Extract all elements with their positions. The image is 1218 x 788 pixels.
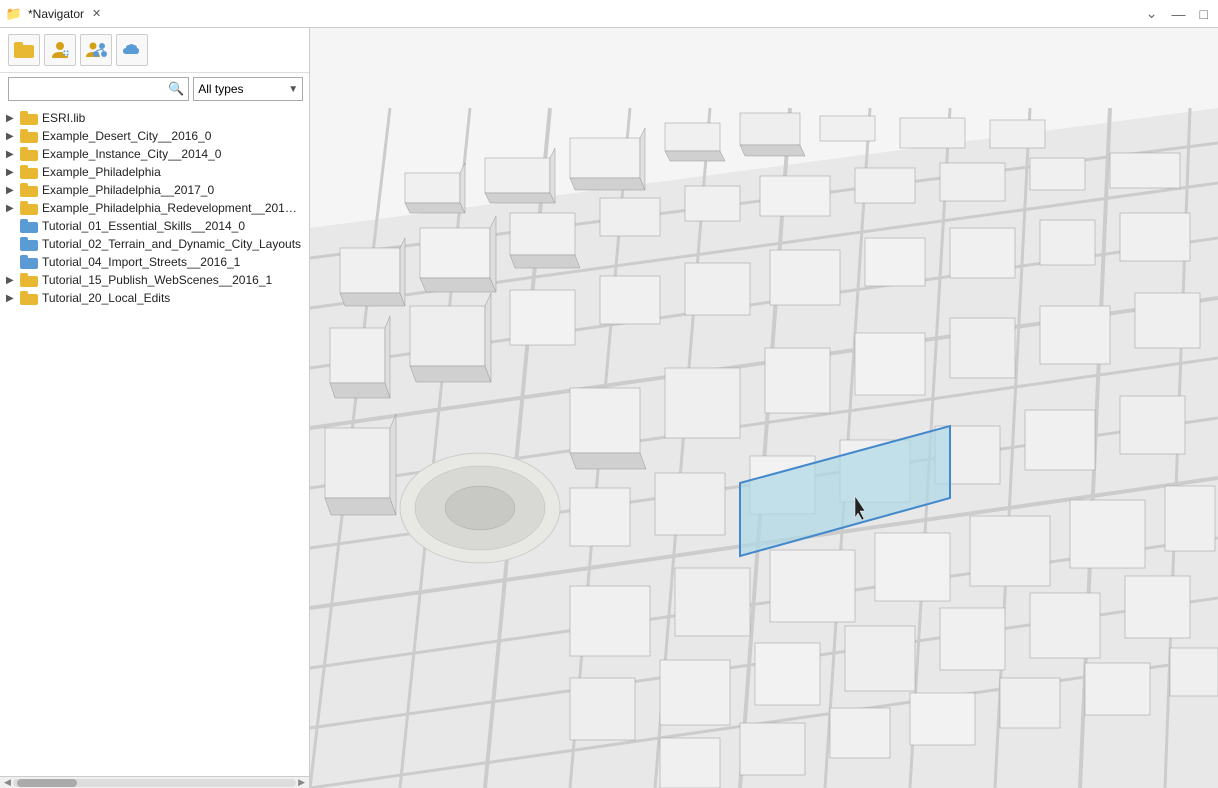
folder-icon — [20, 165, 38, 179]
tree-label: Tutorial_01_Essential_Skills__2014_0 — [42, 219, 245, 233]
folder-icon — [20, 147, 38, 161]
tree-item-tutorial-15[interactable]: ▶ Tutorial_15_Publish_WebScenes__2016_1 — [0, 271, 309, 289]
open-folder-button[interactable] — [8, 34, 40, 66]
expand-icon[interactable]: ▶ — [6, 149, 20, 160]
folder-icon — [20, 183, 38, 197]
tree-item-instance-city[interactable]: ▶ Example_Instance_City__2014_0 — [0, 145, 309, 163]
expand-icon[interactable]: ▶ — [6, 131, 20, 142]
scroll-right-icon[interactable]: ▶ — [298, 777, 305, 788]
blue-folder-icon — [20, 255, 38, 269]
tree-item-tutorial-20[interactable]: ▶ Tutorial_20_Local_Edits — [0, 289, 309, 307]
tree-item-tutorial-02[interactable]: Tutorial_02_Terrain_and_Dynamic_City_Lay… — [0, 235, 309, 253]
blue-folder-icon — [20, 219, 38, 233]
folder-icon — [20, 129, 38, 143]
tree-label: Tutorial_04_Import_Streets__2016_1 — [42, 255, 240, 269]
title-bar: 📁 *Navigator ✕ ⌄ — □ — [0, 0, 1218, 28]
expand-icon[interactable]: ▶ — [6, 293, 20, 304]
tree-item-philadelphia[interactable]: ▶ Example_Philadelphia — [0, 163, 309, 181]
restore-icon[interactable]: — — [1168, 6, 1190, 22]
person-icon — [49, 39, 71, 61]
expand-icon[interactable]: ▶ — [6, 275, 20, 286]
main-layout: 🔍 All types ▼ ▶ ESRI.lib ▶ Example_Deser… — [0, 28, 1218, 788]
tree-label: Example_Instance_City__2014_0 — [42, 147, 221, 161]
scrollbar-track[interactable] — [13, 779, 296, 787]
chevron-down-icon: ▼ — [288, 84, 298, 95]
add-network-button[interactable] — [80, 34, 112, 66]
close-button[interactable]: ✕ — [90, 7, 103, 20]
tree-label: Example_Philadelphia — [42, 165, 161, 179]
type-filter-label: All types — [198, 82, 284, 96]
file-tree[interactable]: ▶ ESRI.lib ▶ Example_Desert_City__2016_0… — [0, 105, 309, 776]
folder-icon — [20, 111, 38, 125]
search-wrapper[interactable]: 🔍 — [8, 77, 189, 101]
tree-label: Example_Philadelphia__2017_0 — [42, 183, 214, 197]
toolbar — [0, 28, 309, 73]
tree-item-tutorial-01[interactable]: Tutorial_01_Essential_Skills__2014_0 — [0, 217, 309, 235]
tree-label: ESRI.lib — [42, 111, 85, 125]
city-map-3d — [310, 28, 1218, 788]
map-panel[interactable] — [310, 28, 1218, 788]
tree-item-tutorial-04[interactable]: Tutorial_04_Import_Streets__2016_1 — [0, 253, 309, 271]
tree-label: Example_Philadelphia_Redevelopment__2016… — [42, 201, 303, 215]
expand-icon[interactable]: ▶ — [6, 167, 20, 178]
folder-icon — [14, 42, 34, 58]
window-controls: ⌄ — □ — [1142, 5, 1212, 22]
folder-icon — [20, 273, 38, 287]
window-icon: 📁 — [6, 6, 22, 22]
expand-icon[interactable]: ▶ — [6, 203, 20, 214]
minimize-icon[interactable]: ⌄ — [1142, 5, 1162, 22]
person-network-icon — [85, 39, 107, 61]
maximize-icon[interactable]: □ — [1196, 6, 1212, 22]
blue-folder-icon — [20, 237, 38, 251]
tree-label: Example_Desert_City__2016_0 — [42, 129, 211, 143]
search-bar: 🔍 All types ▼ — [0, 73, 309, 105]
tree-item-phila-redevelopment[interactable]: ▶ Example_Philadelphia_Redevelopment__20… — [0, 199, 309, 217]
search-input[interactable] — [13, 82, 168, 96]
left-panel: 🔍 All types ▼ ▶ ESRI.lib ▶ Example_Deser… — [0, 28, 310, 788]
type-filter-dropdown[interactable]: All types ▼ — [193, 77, 303, 101]
window-title: *Navigator — [28, 7, 84, 21]
scroll-left-icon[interactable]: ◀ — [4, 777, 11, 788]
tree-label: Tutorial_20_Local_Edits — [42, 291, 170, 305]
expand-icon[interactable]: ▶ — [6, 185, 20, 196]
folder-icon — [20, 291, 38, 305]
tree-item-esri-lib[interactable]: ▶ ESRI.lib — [0, 109, 309, 127]
scrollbar-thumb[interactable] — [17, 779, 77, 787]
add-cloud-button[interactable] — [116, 34, 148, 66]
tree-item-desert-city[interactable]: ▶ Example_Desert_City__2016_0 — [0, 127, 309, 145]
expand-icon[interactable]: ▶ — [6, 113, 20, 124]
folder-icon — [20, 201, 38, 215]
tree-label: Tutorial_15_Publish_WebScenes__2016_1 — [42, 273, 272, 287]
cloud-icon — [121, 39, 143, 61]
add-connection-button[interactable] — [44, 34, 76, 66]
panel-horizontal-scrollbar[interactable]: ◀ ▶ — [0, 776, 309, 788]
tree-item-philadelphia-2017[interactable]: ▶ Example_Philadelphia__2017_0 — [0, 181, 309, 199]
search-icon: 🔍 — [168, 81, 184, 97]
tree-label: Tutorial_02_Terrain_and_Dynamic_City_Lay… — [42, 237, 301, 251]
